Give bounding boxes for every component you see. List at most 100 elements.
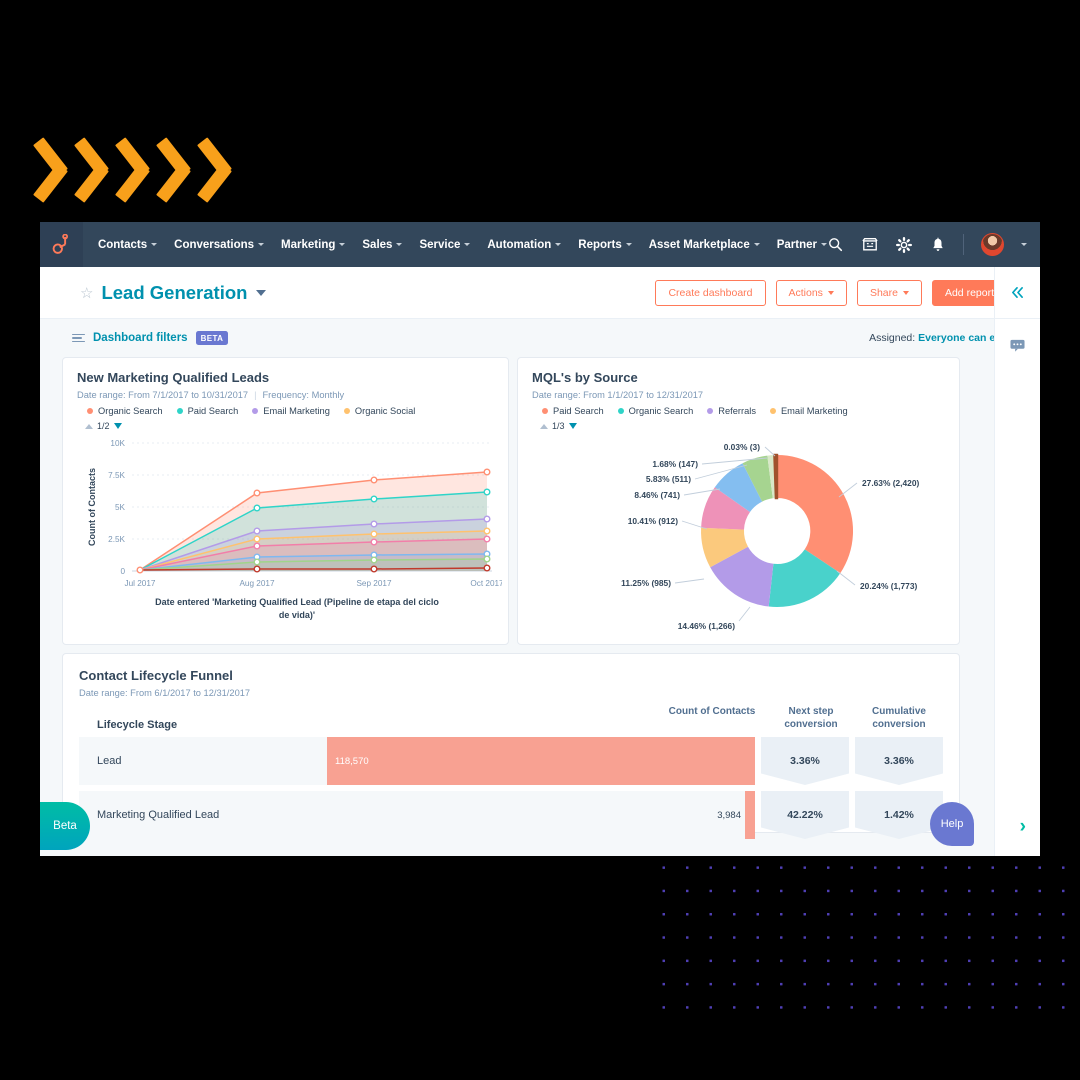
legend-item[interactable]: Referrals [707,406,756,416]
chevron-icon [204,137,242,203]
nav-item-contacts[interactable]: Contacts [98,239,158,251]
legend-item[interactable]: Paid Search [176,406,238,416]
chevron-icon [122,137,160,203]
legend-swatch [707,408,714,414]
legend-swatch [542,408,548,414]
card-title: New Marketing Qualified Leads [77,370,270,385]
bell-icon[interactable] [929,236,946,253]
nav-item-automation[interactable]: Automation [487,239,562,251]
pie-label: 8.46% (741) [634,490,680,500]
nav-item-sales[interactable]: Sales [362,239,403,251]
chevron-down-icon [753,243,760,246]
funnel-next-step-value: 3.36% [761,737,849,785]
funnel-bar: 118,570 [327,737,755,785]
funnel-row-mql[interactable]: Marketing Qualified Lead 3,984 42.22% 1.… [79,791,943,839]
create-dashboard-button[interactable]: Create dashboard [655,279,766,306]
chevron-down-icon [625,243,632,246]
funnel-bar [745,791,755,839]
next-arrow-button[interactable]: › [1020,816,1026,838]
pie-label: 27.63% (2,420) [862,478,919,488]
nav-item-reports[interactable]: Reports [578,239,632,251]
column-header-next-step: Next step conversion [784,706,838,730]
help-button[interactable]: Help [930,802,974,846]
marketplace-icon[interactable] [861,236,878,253]
legend-item[interactable]: Organic Search [617,406,693,416]
pager-up-icon[interactable] [85,423,93,429]
legend-pager: 1/2 [77,421,494,431]
chevron-down-icon[interactable] [256,289,267,296]
top-navigation-bar: Contacts Conversations Marketing Sales S… [40,222,1040,267]
donut-chart: 27.63% (2,420) 20.24% (1,773) 14.46% (1,… [621,442,919,631]
avatar[interactable] [981,233,1004,256]
dashboard-row-top: New Marketing Qualified Leads Date range… [62,357,1018,645]
chart-legend: Organic Search Paid Search Email Marketi… [77,406,494,416]
beta-tab[interactable]: Beta [40,802,90,850]
funnel-bar-track: 118,570 [327,737,755,785]
chevron-down-icon [555,243,562,246]
pie-slice [773,453,779,500]
nav-item-partner[interactable]: Partner [777,239,827,251]
nav-item-conversations[interactable]: Conversations [174,239,265,251]
nav-item-service[interactable]: Service [419,239,471,251]
legend-item[interactable]: Paid Search [542,406,604,416]
funnel-row-lead[interactable]: Lead 118,570 3.36% 3.36% [79,737,943,785]
pager-up-icon[interactable] [540,423,548,429]
actions-button[interactable]: Actions [775,279,847,306]
chevron-down-icon[interactable] [1021,243,1027,246]
legend-item[interactable]: Organic Search [87,406,163,416]
legend-swatch [252,408,259,414]
chat-button[interactable] [995,319,1040,371]
column-header-count: Count of Contacts [668,706,756,717]
svg-text:5K: 5K [115,503,126,512]
pie-label: 11.25% (985) [621,578,671,588]
gear-icon[interactable] [895,236,912,253]
funnel-stage-label: Lead [79,737,327,785]
area-chart: 10K 7.5K 5K 2.5K 0 Count of Contacts Jul… [87,439,504,620]
card-title: MQL's by Source [532,370,638,385]
chevron-icon [40,137,78,203]
dashboard-header: ☆ Lead Generation Create dashboard Actio… [40,267,1040,319]
card-subtitle: Date range: From 6/1/2017 to 12/31/2017 [79,688,251,698]
svg-text:Date entered 'Marketing Qualif: Date entered 'Marketing Qualified Lead (… [155,597,439,607]
search-icon[interactable] [827,236,844,253]
funnel-table-header: Lifecycle Stage Count of Contacts Next s… [79,706,943,731]
nav-item-marketing[interactable]: Marketing [281,239,346,251]
chevron-down-icon [339,243,346,246]
svg-text:Jul 2017: Jul 2017 [125,579,156,588]
page-title[interactable]: Lead Generation [101,282,247,304]
chevron-down-icon [151,243,158,246]
card-title: Contact Lifecycle Funnel [79,668,233,683]
nav-divider [963,234,964,255]
legend-item[interactable]: Email Marketing [769,406,848,416]
pager-down-icon[interactable] [568,423,577,429]
chevron-icon [81,137,119,203]
svg-text:de vida)': de vida)' [279,610,315,620]
page-canvas: Contacts Conversations Marketing Sales S… [0,0,1080,1080]
chat-icon [1010,339,1025,352]
pie-slice [777,455,854,574]
chart-legend: Paid Search Organic Search Referrals Ema… [532,406,945,416]
favorite-star-icon[interactable]: ☆ [80,284,93,302]
nav-item-asset-marketplace[interactable]: Asset Marketplace [649,239,760,251]
app-window: Contacts Conversations Marketing Sales S… [40,222,1040,856]
dashboard-body: Dashboard filters BETA Assigned: Everyon… [40,319,1040,856]
share-button[interactable]: Share [856,279,922,306]
pie-label: 10.41% (912) [628,516,678,526]
collapse-sidebar-button[interactable] [995,267,1040,319]
legend-item[interactable]: Email Marketing [252,406,330,416]
header-actions: Create dashboard Actions Share Add repor… [655,279,1018,306]
funnel-cumulative-value: 1.42% [855,791,943,839]
funnel-header-right: Count of Contacts Next step conversion Cu… [657,706,943,731]
chevron-down-icon [902,290,909,295]
svg-text:0: 0 [120,567,125,576]
funnel-stage-label: Marketing Qualified Lead [79,791,327,839]
chevron-down-icon [396,243,403,246]
dashboard-filters-button[interactable]: Dashboard filters BETA [72,331,229,345]
pager-down-icon[interactable] [113,423,122,429]
dashboard-filter-bar: Dashboard filters BETA Assigned: Everyon… [62,319,1018,357]
chevron-down-icon [464,243,471,246]
legend-item[interactable]: Organic Social [343,406,415,416]
hubspot-sprocket-icon[interactable] [40,222,83,267]
beta-badge: BETA [195,331,229,345]
card-subtitle: Date range: From 1/1/2017 to 12/31/2017 [532,390,704,400]
